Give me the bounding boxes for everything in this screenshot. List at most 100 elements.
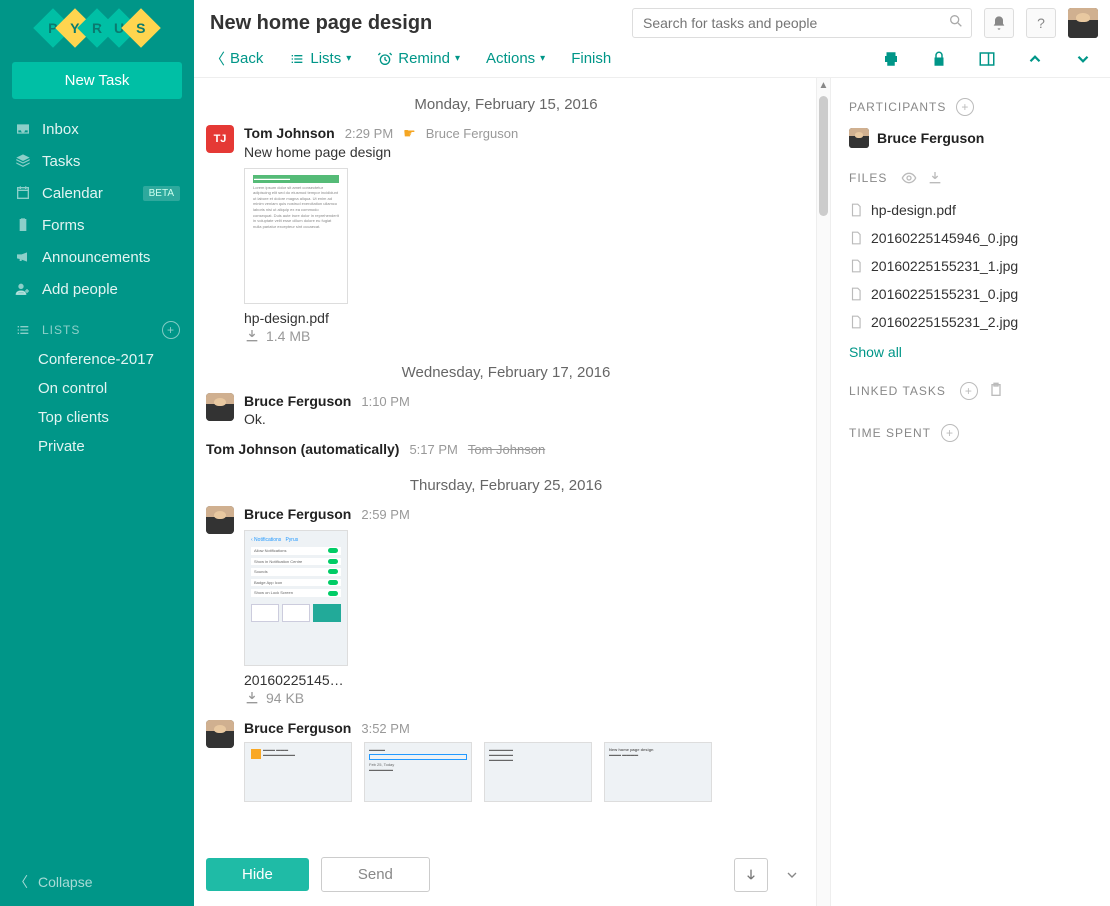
attachment[interactable]: ▬▬▬ ▬▬▬▬▬▬▬▬▬▬▬	[244, 742, 352, 802]
eye-icon[interactable]	[901, 170, 917, 186]
show-all-link[interactable]: Show all	[849, 336, 1092, 378]
download-icon[interactable]	[244, 690, 260, 706]
send-button[interactable]: Send	[321, 857, 430, 892]
finish-button[interactable]: Finish	[571, 50, 611, 67]
scrollbar[interactable]: ▲	[816, 78, 830, 906]
hide-button[interactable]: Hide	[206, 858, 309, 891]
message-author[interactable]: Bruce Ferguson	[244, 720, 351, 736]
message-time: 2:29 PM	[345, 126, 393, 141]
search-icon[interactable]	[948, 13, 964, 29]
file-row[interactable]: 20160225155231_0.jpg	[849, 280, 1092, 308]
attachment[interactable]: ▬▬▬▬Feb 25, Today▬▬▬▬▬▬	[364, 742, 472, 802]
attachment[interactable]: ▬▬▬▬▬▬▬▬▬▬▬▬▬▬▬▬▬▬	[484, 742, 592, 802]
search-wrap	[632, 8, 972, 38]
attachment-name: hp-design.pdf	[244, 304, 354, 326]
list-item-top-clients[interactable]: Top clients	[0, 403, 194, 432]
participant-row[interactable]: Bruce Ferguson	[849, 126, 1092, 166]
new-task-button[interactable]: New Task	[12, 62, 182, 99]
help-button[interactable]: ?	[1026, 8, 1056, 38]
user-plus-icon	[14, 280, 32, 298]
file-row[interactable]: hp-design.pdf	[849, 196, 1092, 224]
nav-calendar[interactable]: Calendar BETA	[0, 177, 194, 209]
prev-task-button[interactable]	[1024, 48, 1046, 70]
actions-dropdown[interactable]: Actions▾	[486, 50, 545, 67]
search-input[interactable]	[632, 8, 972, 38]
scroll-down-button[interactable]	[734, 858, 768, 892]
message-time: 1:10 PM	[361, 394, 409, 409]
print-button[interactable]	[880, 48, 902, 70]
nav-add-people[interactable]: Add people	[0, 273, 194, 305]
avatar	[849, 128, 869, 148]
download-icon[interactable]	[244, 328, 260, 344]
clipboard-icon[interactable]	[988, 382, 1004, 400]
file-icon	[849, 314, 863, 330]
inbox-icon	[14, 120, 32, 138]
message: Bruce Ferguson 3:52 PM ▬▬▬ ▬▬▬▬▬▬▬▬▬▬▬ ▬…	[206, 716, 806, 812]
next-task-button[interactable]	[1072, 48, 1094, 70]
nav-announcements[interactable]: Announcements	[0, 241, 194, 273]
expand-compose-button[interactable]	[780, 867, 804, 883]
chevron-left-icon: 〈	[210, 48, 225, 69]
current-user-avatar[interactable]	[1068, 8, 1098, 38]
files-header: FILES	[849, 166, 1092, 196]
scroll-up-icon[interactable]: ▲	[817, 80, 830, 91]
lock-button[interactable]	[928, 48, 950, 70]
beta-badge: BETA	[143, 186, 180, 201]
sidebar: P Y R U S New Task Inbox Tasks Calendar …	[0, 0, 194, 906]
lists-header-label: LISTS	[42, 323, 152, 337]
list-icon	[289, 51, 305, 67]
nav-label: Calendar	[42, 185, 103, 202]
avatar[interactable]	[206, 393, 234, 421]
nav-tasks[interactable]: Tasks	[0, 145, 194, 177]
chevron-left-icon: 〈	[14, 872, 28, 892]
logo[interactable]: P Y R U S	[0, 0, 194, 56]
nav-forms[interactable]: Forms	[0, 209, 194, 241]
collapse-button[interactable]: 〈 Collapse	[0, 858, 194, 906]
lists-dropdown[interactable]: Lists▾	[289, 50, 351, 67]
add-linked-task-button[interactable]: +	[960, 382, 978, 400]
topbar: New home page design ?	[194, 0, 1110, 40]
message-time: 5:17 PM	[409, 442, 457, 457]
list-item-conference[interactable]: Conference-2017	[0, 345, 194, 374]
attachment[interactable]: ▬▬▬▬▬▬▬▬▬ Lorem ipsum dolor sit amet con…	[244, 168, 354, 344]
file-row[interactable]: 20160225155231_1.jpg	[849, 252, 1092, 280]
notifications-button[interactable]	[984, 8, 1014, 38]
message-author[interactable]: Bruce Ferguson	[244, 506, 351, 522]
message-author: Tom Johnson (automatically)	[206, 441, 399, 457]
list-item-private[interactable]: Private	[0, 432, 194, 461]
download-all-icon[interactable]	[927, 170, 943, 186]
panel-toggle-button[interactable]	[976, 48, 998, 70]
attachment-thumbnail: ‹ Notifications Pyrus Allow Notification…	[244, 530, 348, 666]
compose-bar: Hide Send	[194, 847, 816, 906]
scroll-thumb[interactable]	[819, 96, 828, 216]
attachment-meta: 94 KB	[244, 688, 354, 706]
avatar[interactable]	[206, 506, 234, 534]
add-time-button[interactable]: +	[941, 424, 959, 442]
list-icon	[14, 321, 32, 339]
date-separator: Thursday, February 25, 2016	[206, 467, 806, 502]
thread[interactable]: Monday, February 15, 2016 TJ Tom Johnson…	[194, 78, 816, 847]
file-row[interactable]: 20160225155231_2.jpg	[849, 308, 1092, 336]
add-list-button[interactable]: +	[162, 321, 180, 339]
nav-inbox[interactable]: Inbox	[0, 113, 194, 145]
file-icon	[849, 258, 863, 274]
time-spent-header: TIME SPENT +	[849, 420, 1092, 452]
removed-assignee: Tom Johnson	[468, 442, 545, 457]
add-participant-button[interactable]: +	[956, 98, 974, 116]
attachment[interactable]: New home page design▬▬▬ ▬▬▬▬	[604, 742, 712, 802]
alarm-icon	[377, 51, 393, 67]
assignee[interactable]: Bruce Ferguson	[426, 126, 519, 141]
message-author[interactable]: Tom Johnson	[244, 125, 335, 141]
page-title: New home page design	[210, 12, 620, 35]
file-row[interactable]: 20160225145946_0.jpg	[849, 224, 1092, 252]
back-button[interactable]: 〈Back	[210, 48, 263, 69]
message-author[interactable]: Bruce Ferguson	[244, 393, 351, 409]
clipboard-icon	[14, 216, 32, 234]
avatar[interactable]	[206, 720, 234, 748]
nav-label: Tasks	[42, 153, 80, 170]
nav-label: Announcements	[42, 249, 150, 266]
attachment[interactable]: ‹ Notifications Pyrus Allow Notification…	[244, 530, 354, 706]
avatar[interactable]: TJ	[206, 125, 234, 153]
remind-dropdown[interactable]: Remind▾	[377, 50, 460, 67]
list-item-on-control[interactable]: On control	[0, 374, 194, 403]
